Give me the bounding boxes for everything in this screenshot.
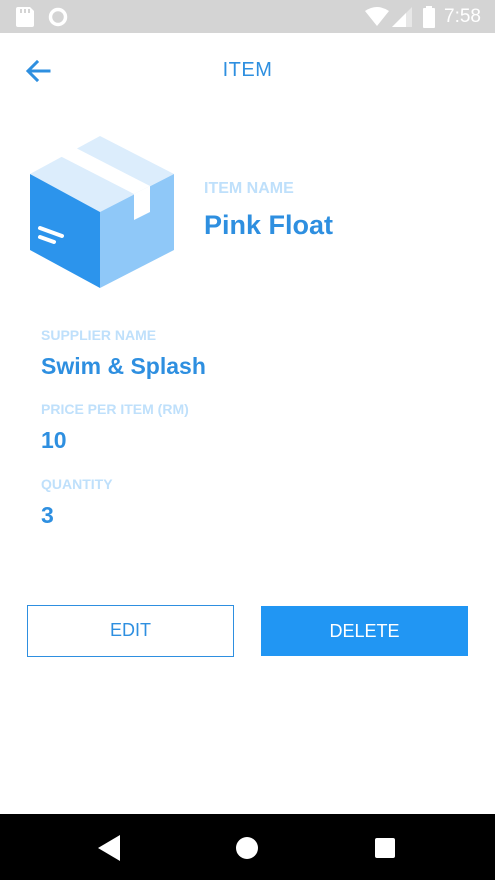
- status-bar: 7:58: [0, 0, 495, 33]
- navigation-bar: [0, 814, 495, 880]
- nav-home-icon[interactable]: [235, 836, 259, 860]
- price-per-item-label: PRICE PER ITEM (RM): [41, 401, 189, 417]
- price-per-item-value: 10: [41, 427, 67, 453]
- app-bar: ITEM: [0, 33, 495, 109]
- nav-back-icon[interactable]: [98, 835, 122, 861]
- sd-card-icon: [16, 7, 34, 27]
- supplier-name-value: Swim & Splash: [41, 353, 206, 379]
- quantity-label: QUANTITY: [41, 476, 113, 492]
- package-box-icon: [30, 136, 174, 288]
- item-detail-screen: 7:58 ITEM ITEM NAME Pink Float SUPPLIER …: [0, 0, 495, 880]
- status-time: 7:58: [444, 6, 481, 27]
- nav-recents-icon[interactable]: [374, 837, 396, 859]
- battery-icon: [423, 6, 435, 28]
- circle-icon: [48, 7, 68, 27]
- item-name-label: ITEM NAME: [204, 180, 294, 197]
- signal-icon: [392, 7, 412, 27]
- item-name-value: Pink Float: [204, 210, 334, 240]
- quantity-value: 3: [41, 502, 54, 528]
- supplier-name-label: SUPPLIER NAME: [41, 327, 157, 343]
- delete-button[interactable]: DELETE: [261, 606, 468, 656]
- page-title: ITEM: [222, 59, 273, 81]
- edit-button[interactable]: EDIT: [27, 605, 234, 657]
- wifi-icon: [365, 7, 389, 26]
